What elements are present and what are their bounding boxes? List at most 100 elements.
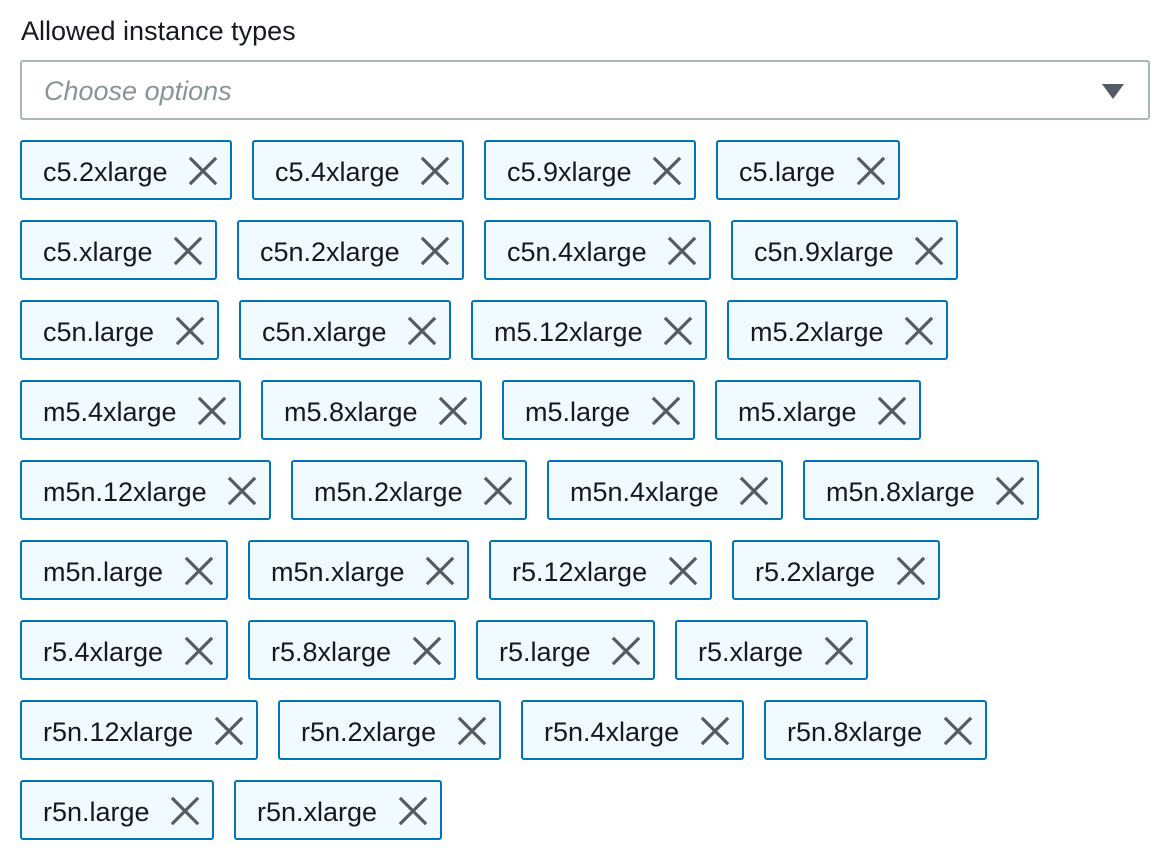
token-label: c5.xlarge	[43, 237, 153, 267]
close-icon[interactable]	[420, 156, 450, 186]
close-icon[interactable]	[398, 796, 428, 826]
close-icon[interactable]	[904, 316, 934, 346]
close-icon[interactable]	[483, 476, 513, 506]
close-icon[interactable]	[184, 636, 214, 666]
token-label: m5n.8xlarge	[826, 477, 975, 507]
token-label: r5n.4xlarge	[544, 717, 680, 747]
token-label: c5.large	[739, 157, 836, 187]
token-label: m5.8xlarge	[284, 397, 418, 427]
token-m5-large: m5.large	[502, 380, 695, 440]
token-c5n-large: c5n.large	[20, 300, 219, 360]
select-placeholder: Choose options	[44, 76, 232, 106]
close-icon[interactable]	[652, 156, 682, 186]
token-label: r5n.8xlarge	[787, 717, 923, 747]
token-label: r5.2xlarge	[755, 557, 876, 587]
token-r5n-8xlarge: r5n.8xlarge	[764, 700, 987, 760]
token-c5-9xlarge: c5.9xlarge	[484, 140, 696, 200]
close-icon[interactable]	[856, 156, 886, 186]
token-m5n-xlarge: m5n.xlarge	[248, 540, 469, 600]
token-c5n-2xlarge: c5n.2xlarge	[237, 220, 464, 280]
token-m5n-12xlarge: m5n.12xlarge	[20, 460, 271, 520]
token-c5-4xlarge: c5.4xlarge	[252, 140, 464, 200]
token-label: m5n.2xlarge	[314, 477, 463, 507]
token-m5-12xlarge: m5.12xlarge	[471, 300, 707, 360]
token-m5n-8xlarge: m5n.8xlarge	[803, 460, 1039, 520]
close-icon[interactable]	[943, 716, 973, 746]
token-label: m5n.xlarge	[271, 557, 405, 587]
field-label: Allowed instance types	[21, 16, 296, 46]
token-r5-8xlarge: r5.8xlarge	[248, 620, 456, 680]
token-r5-12xlarge: r5.12xlarge	[489, 540, 712, 600]
token-label: m5.2xlarge	[750, 317, 884, 347]
close-icon[interactable]	[425, 556, 455, 586]
token-label: m5.xlarge	[738, 397, 857, 427]
token-label: r5n.large	[43, 797, 150, 827]
close-icon[interactable]	[420, 236, 450, 266]
token-c5n-4xlarge: c5n.4xlarge	[484, 220, 711, 280]
close-icon[interactable]	[412, 636, 442, 666]
token-label: r5n.12xlarge	[43, 717, 194, 747]
close-icon[interactable]	[651, 396, 681, 426]
token-label: c5n.9xlarge	[754, 237, 894, 267]
close-icon[interactable]	[668, 556, 698, 586]
options-select[interactable]: Choose options	[20, 60, 1150, 120]
token-label: c5n.4xlarge	[507, 237, 647, 267]
close-icon[interactable]	[995, 476, 1025, 506]
caret-down-icon[interactable]	[1102, 84, 1124, 99]
token-label: m5.12xlarge	[494, 317, 643, 347]
token-c5n-xlarge: c5n.xlarge	[239, 300, 451, 360]
token-m5n-large: m5n.large	[20, 540, 228, 600]
close-icon[interactable]	[700, 716, 730, 746]
token-label: r5.8xlarge	[271, 637, 392, 667]
close-icon[interactable]	[896, 556, 926, 586]
token-r5n-xlarge: r5n.xlarge	[234, 780, 442, 840]
token-label: m5n.12xlarge	[43, 477, 207, 507]
token-c5-2xlarge: c5.2xlarge	[20, 140, 232, 200]
token-label: r5.12xlarge	[512, 557, 648, 587]
close-icon[interactable]	[188, 156, 218, 186]
close-icon[interactable]	[824, 636, 854, 666]
token-m5n-4xlarge: m5n.4xlarge	[547, 460, 783, 520]
token-label: c5n.2xlarge	[260, 237, 400, 267]
close-icon[interactable]	[438, 396, 468, 426]
token-r5-large: r5.large	[476, 620, 655, 680]
token-label: r5n.xlarge	[257, 797, 378, 827]
close-icon[interactable]	[663, 316, 693, 346]
token-label: r5.4xlarge	[43, 637, 164, 667]
token-m5-xlarge: m5.xlarge	[715, 380, 921, 440]
close-icon[interactable]	[739, 476, 769, 506]
token-r5n-2xlarge: r5n.2xlarge	[278, 700, 501, 760]
close-icon[interactable]	[175, 316, 205, 346]
token-label: m5.4xlarge	[43, 397, 177, 427]
token-label: r5.large	[499, 637, 591, 667]
close-icon[interactable]	[184, 556, 214, 586]
token-m5-4xlarge: m5.4xlarge	[20, 380, 241, 440]
token-m5-2xlarge: m5.2xlarge	[727, 300, 948, 360]
close-icon[interactable]	[173, 236, 203, 266]
token-m5n-2xlarge: m5n.2xlarge	[291, 460, 527, 520]
close-icon[interactable]	[214, 716, 244, 746]
close-icon[interactable]	[227, 476, 257, 506]
close-icon[interactable]	[170, 796, 200, 826]
close-icon[interactable]	[611, 636, 641, 666]
token-label: c5n.xlarge	[262, 317, 387, 347]
token-c5n-9xlarge: c5n.9xlarge	[731, 220, 958, 280]
token-label: m5n.4xlarge	[570, 477, 719, 507]
token-r5n-4xlarge: r5n.4xlarge	[521, 700, 744, 760]
token-label: m5n.large	[43, 557, 164, 587]
token-label: r5.xlarge	[698, 637, 804, 667]
close-icon[interactable]	[457, 716, 487, 746]
token-label: c5n.large	[43, 317, 155, 347]
close-icon[interactable]	[407, 316, 437, 346]
token-m5-8xlarge: m5.8xlarge	[261, 380, 482, 440]
close-icon[interactable]	[914, 236, 944, 266]
token-r5-xlarge: r5.xlarge	[675, 620, 868, 680]
close-icon[interactable]	[877, 396, 907, 426]
close-icon[interactable]	[197, 396, 227, 426]
token-label: c5.9xlarge	[507, 157, 632, 187]
token-r5n-12xlarge: r5n.12xlarge	[20, 700, 258, 760]
token-c5-large: c5.large	[716, 140, 900, 200]
token-r5-2xlarge: r5.2xlarge	[732, 540, 940, 600]
close-icon[interactable]	[667, 236, 697, 266]
token-r5n-large: r5n.large	[20, 780, 214, 840]
